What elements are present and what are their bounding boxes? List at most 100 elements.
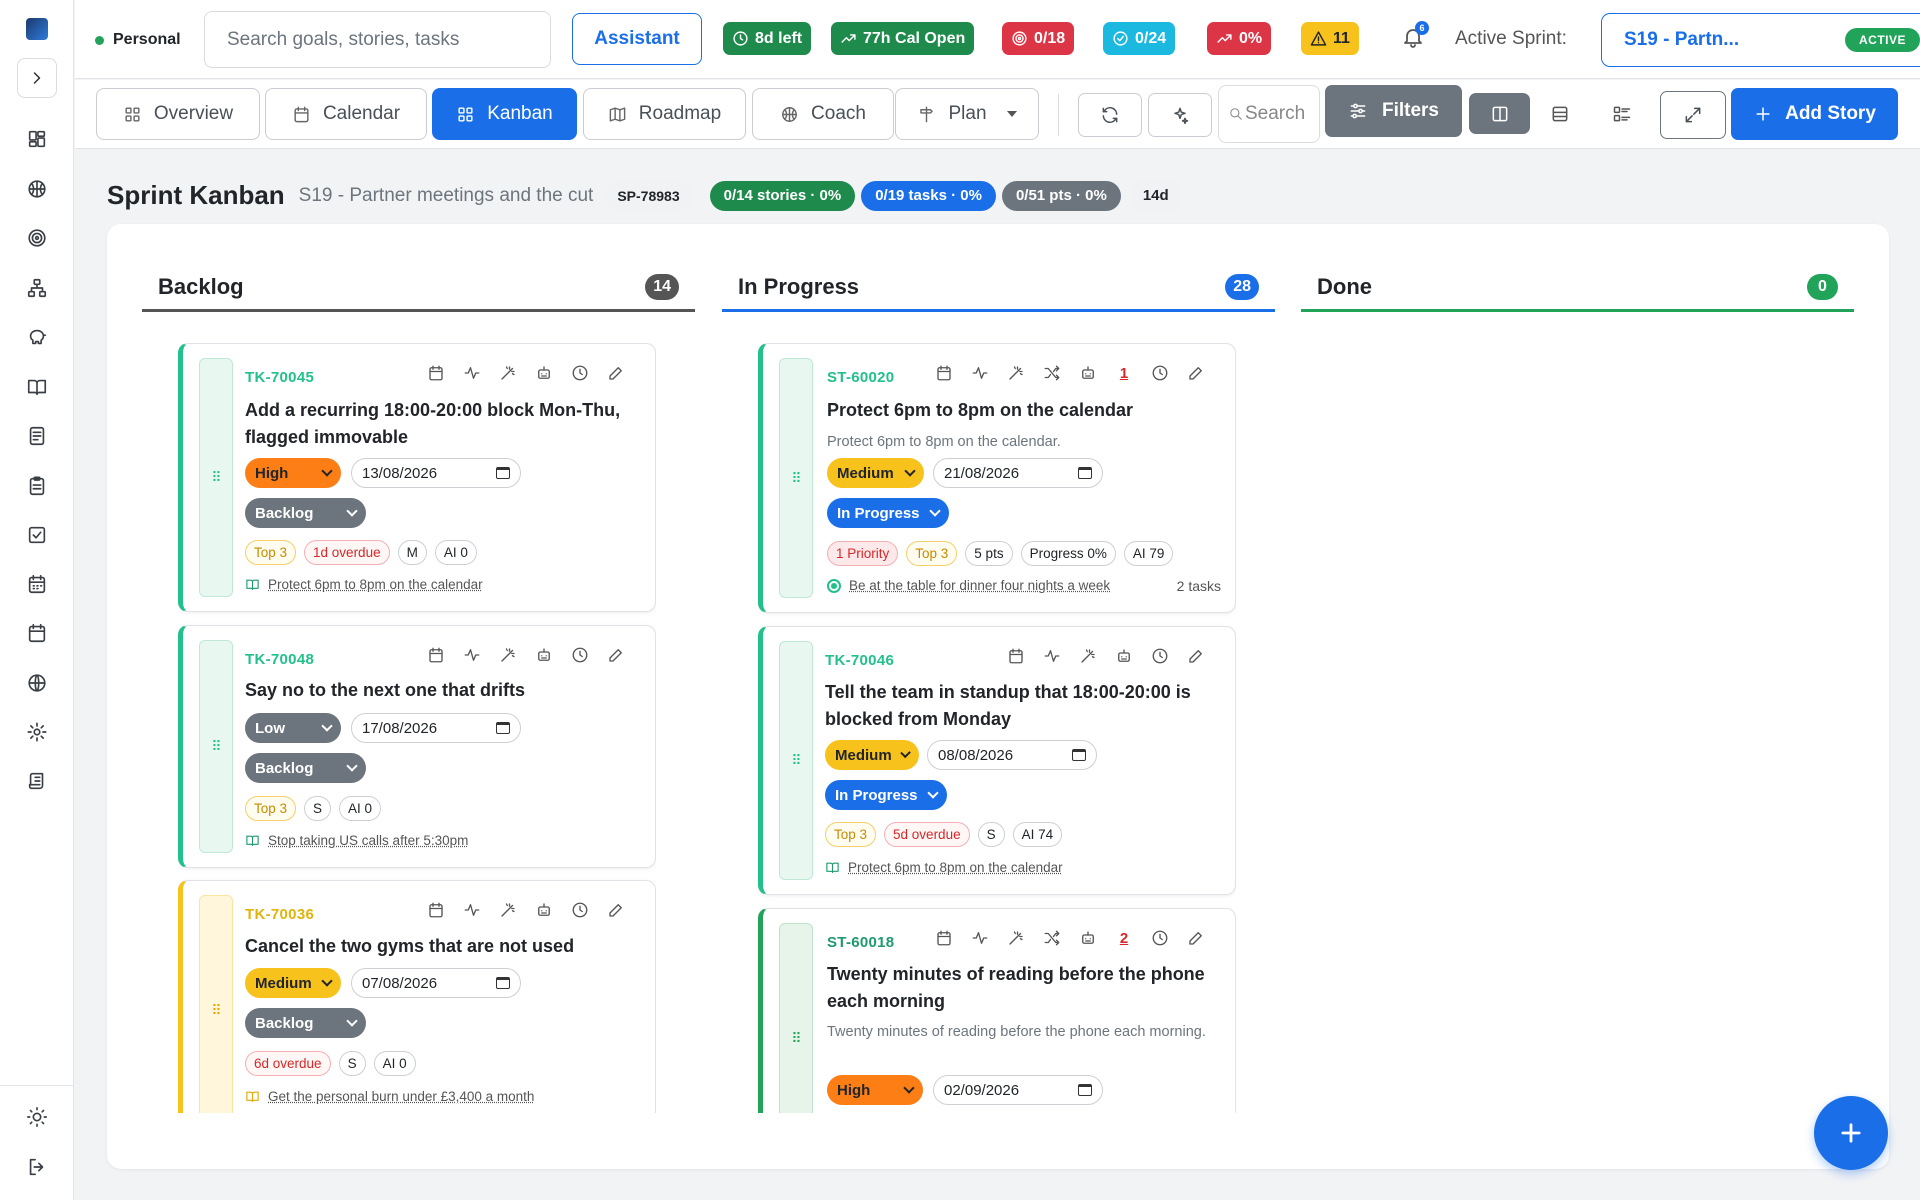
activity-icon[interactable] bbox=[463, 364, 481, 382]
sidebar-item-dashboard[interactable] bbox=[24, 126, 50, 152]
sidebar-item-tasks[interactable] bbox=[24, 522, 50, 548]
days-left-badge[interactable]: 8d left bbox=[723, 22, 811, 55]
tab-kanban[interactable]: Kanban bbox=[432, 88, 577, 140]
calendar-icon[interactable] bbox=[427, 901, 445, 919]
task-card[interactable]: ⠿ TK-70036 Cancel the two gyms that are … bbox=[178, 880, 656, 1113]
tab-plan[interactable]: Plan bbox=[895, 88, 1039, 140]
tab-coach[interactable]: Coach bbox=[752, 88, 894, 140]
priority-select[interactable]: Low bbox=[245, 713, 341, 743]
task-card[interactable]: ⠿ TK-70046 Tell the team in standup that… bbox=[758, 626, 1236, 895]
refresh-button[interactable] bbox=[1078, 93, 1142, 137]
tasks-done-badge[interactable]: 0/24 bbox=[1103, 22, 1175, 55]
drag-handle-icon[interactable]: ⠿ bbox=[199, 358, 233, 597]
sidebar-item-hierarchy[interactable] bbox=[24, 275, 50, 301]
edit-icon[interactable] bbox=[1187, 647, 1205, 665]
sidebar-item-notes[interactable] bbox=[24, 423, 50, 449]
due-date-input[interactable]: 21/08/2026 bbox=[933, 458, 1103, 488]
drag-handle-icon[interactable]: ⠿ bbox=[199, 895, 233, 1113]
goals-badge[interactable]: 0/18 bbox=[1002, 22, 1074, 55]
shuffle-icon[interactable] bbox=[1043, 364, 1061, 382]
drag-handle-icon[interactable]: ⠿ bbox=[779, 358, 813, 598]
parent-story-link[interactable]: Protect 6pm to 8pm on the calendar bbox=[825, 860, 1063, 875]
priority-select[interactable]: Medium bbox=[825, 740, 919, 770]
calendar-open-badge[interactable]: 77h Cal Open bbox=[831, 22, 974, 55]
parent-story-link[interactable]: Protect 6pm to 8pm on the calendar bbox=[245, 577, 483, 592]
activity-icon[interactable] bbox=[971, 364, 989, 382]
edit-icon[interactable] bbox=[607, 364, 625, 382]
story-card[interactable]: ⠿ ST-60018 2 Twenty minutes of reading b… bbox=[758, 908, 1236, 1113]
activity-icon[interactable] bbox=[1043, 647, 1061, 665]
tab-overview[interactable]: Overview bbox=[96, 88, 260, 140]
clock-icon[interactable] bbox=[1151, 364, 1169, 382]
task-count-link[interactable]: 2 bbox=[1115, 930, 1133, 947]
priority-select[interactable]: High bbox=[245, 458, 341, 488]
parent-story-link[interactable]: Get the personal burn under £3,400 a mon… bbox=[245, 1089, 534, 1104]
magic-wand-icon[interactable] bbox=[499, 901, 517, 919]
calendar-icon[interactable] bbox=[427, 646, 445, 664]
tab-roadmap[interactable]: Roadmap bbox=[583, 88, 746, 140]
clock-icon[interactable] bbox=[1151, 929, 1169, 947]
calendar-icon[interactable] bbox=[935, 929, 953, 947]
robot-icon[interactable] bbox=[1079, 364, 1097, 382]
magic-wand-icon[interactable] bbox=[499, 364, 517, 382]
magic-wand-icon[interactable] bbox=[1007, 929, 1025, 947]
priority-select[interactable]: High bbox=[827, 1075, 923, 1105]
activity-icon[interactable] bbox=[463, 646, 481, 664]
task-card[interactable]: ⠿ TK-70045 Add a recurring 18:00-20:00 b… bbox=[178, 343, 656, 612]
notifications-button[interactable]: 6 bbox=[1401, 25, 1425, 49]
status-select[interactable]: In Progress bbox=[825, 780, 947, 810]
status-select[interactable]: Backlog bbox=[245, 1008, 366, 1038]
task-card[interactable]: ⠿ TK-70048 Say no to the next one that d… bbox=[178, 625, 656, 868]
edit-icon[interactable] bbox=[1187, 929, 1205, 947]
card-id[interactable]: TK-70045 bbox=[245, 369, 314, 386]
sidebar-item-clipboard[interactable] bbox=[24, 473, 50, 499]
priority-select[interactable]: Medium bbox=[245, 968, 341, 998]
edit-icon[interactable] bbox=[607, 646, 625, 664]
magic-button[interactable] bbox=[1148, 93, 1212, 137]
sidebar-item-finance[interactable] bbox=[24, 324, 50, 350]
sidebar-item-journal[interactable] bbox=[24, 374, 50, 400]
parent-story-link[interactable]: Stop taking US calls after 5:30pm bbox=[245, 833, 468, 848]
calendar-icon[interactable] bbox=[1007, 647, 1025, 665]
sidebar-item-targets[interactable] bbox=[24, 225, 50, 251]
assistant-button[interactable]: Assistant bbox=[572, 13, 702, 65]
board-search-input[interactable]: Search bbox=[1218, 85, 1320, 143]
sidebar-item-scroll[interactable] bbox=[24, 768, 50, 794]
status-select[interactable]: In Progress bbox=[827, 498, 949, 528]
global-search-input[interactable] bbox=[204, 11, 551, 68]
robot-icon[interactable] bbox=[535, 901, 553, 919]
calendar-icon[interactable] bbox=[427, 364, 445, 382]
fullscreen-button[interactable] bbox=[1660, 91, 1726, 139]
clock-icon[interactable] bbox=[571, 901, 589, 919]
card-id[interactable]: TK-70036 bbox=[245, 906, 314, 923]
due-date-input[interactable]: 17/08/2026 bbox=[351, 713, 521, 743]
priority-select[interactable]: Medium bbox=[827, 458, 924, 488]
magic-wand-icon[interactable] bbox=[1079, 647, 1097, 665]
robot-icon[interactable] bbox=[1115, 647, 1133, 665]
filters-button[interactable]: Filters bbox=[1325, 85, 1462, 137]
robot-icon[interactable] bbox=[1079, 929, 1097, 947]
quick-add-button[interactable] bbox=[1814, 1096, 1888, 1170]
sprint-selector[interactable]: S19 - Partn... ACTIVE bbox=[1601, 13, 1920, 67]
view-detail-button[interactable] bbox=[1597, 93, 1647, 134]
due-date-input[interactable]: 07/08/2026 bbox=[351, 968, 521, 998]
card-id[interactable]: TK-70046 bbox=[825, 652, 894, 669]
card-id[interactable]: ST-60020 bbox=[827, 369, 894, 386]
drag-handle-icon[interactable]: ⠿ bbox=[779, 641, 813, 880]
robot-icon[interactable] bbox=[535, 646, 553, 664]
edit-icon[interactable] bbox=[607, 901, 625, 919]
sidebar-item-goals[interactable] bbox=[24, 176, 50, 202]
parent-goal-link[interactable]: Be at the table for dinner four nights a… bbox=[827, 578, 1110, 593]
view-columns-button[interactable] bbox=[1469, 93, 1530, 134]
clock-icon[interactable] bbox=[1151, 647, 1169, 665]
theme-toggle[interactable] bbox=[24, 1104, 50, 1130]
warnings-badge[interactable]: 11 bbox=[1301, 22, 1359, 55]
view-list-button[interactable] bbox=[1535, 93, 1585, 134]
due-date-input[interactable]: 08/08/2026 bbox=[927, 740, 1097, 770]
persona-switch[interactable]: Personal bbox=[95, 31, 181, 49]
progress-badge[interactable]: 0% bbox=[1207, 22, 1271, 55]
card-id[interactable]: TK-70048 bbox=[245, 651, 314, 668]
story-card[interactable]: ⠿ ST-60020 1 Protect 6pm to 8pm on the c… bbox=[758, 343, 1236, 613]
status-select[interactable]: Backlog bbox=[245, 753, 366, 783]
edit-icon[interactable] bbox=[1187, 364, 1205, 382]
